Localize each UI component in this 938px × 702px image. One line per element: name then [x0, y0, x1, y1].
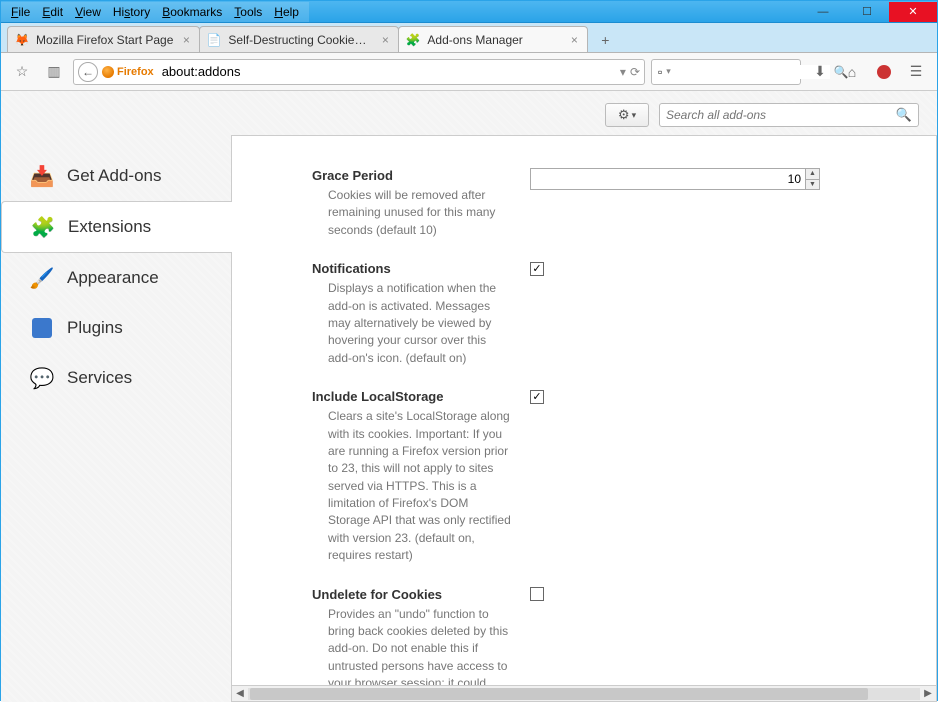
- pref-desc: Displays a notification when the add-on …: [328, 280, 512, 367]
- scroll-right-icon[interactable]: ▶: [920, 688, 936, 699]
- pref-include-localstorage: Include LocalStorage Clears a site's Loc…: [312, 381, 912, 579]
- spinner[interactable]: ▲▼: [805, 169, 819, 189]
- horizontal-scrollbar[interactable]: ◀ ▶: [232, 685, 936, 701]
- menu-history[interactable]: History: [107, 4, 156, 20]
- close-button[interactable]: ✕: [889, 2, 937, 22]
- addon-search-bar[interactable]: 🔍: [659, 103, 919, 127]
- undelete-checkbox[interactable]: [530, 587, 544, 601]
- menu-file[interactable]: File: [5, 4, 36, 20]
- dropdown-icon[interactable]: ▾: [620, 65, 626, 79]
- menu-help[interactable]: Help: [268, 4, 305, 20]
- close-icon[interactable]: ×: [567, 33, 581, 47]
- addon-badge-icon[interactable]: [871, 59, 897, 85]
- sidebar-item-label: Plugins: [67, 318, 123, 338]
- scroll-thumb[interactable]: [250, 688, 868, 700]
- url-bar[interactable]: ← Firefox ▾ ⟳: [73, 59, 645, 85]
- back-button[interactable]: ←: [78, 62, 98, 82]
- chevron-down-icon[interactable]: ▾: [666, 66, 671, 77]
- pref-desc: Cookies will be removed after remaining …: [328, 187, 512, 239]
- scroll-left-icon[interactable]: ◀: [232, 688, 248, 699]
- firefox-icon: 🦊: [14, 32, 30, 48]
- tab-strip: 🦊 Mozilla Firefox Start Page × 📄 Self-De…: [1, 23, 937, 53]
- generic-icon: 📄: [206, 32, 222, 48]
- menu-edit[interactable]: Edit: [36, 4, 69, 20]
- minimize-button[interactable]: —: [801, 2, 845, 22]
- tab-label: Mozilla Firefox Start Page: [36, 33, 173, 47]
- spin-down-icon[interactable]: ▼: [805, 180, 819, 190]
- window-titlebar: File Edit View History Bookmarks Tools H…: [1, 1, 937, 23]
- tab-label: Add-ons Manager: [427, 33, 561, 47]
- tab-firefox-start[interactable]: 🦊 Mozilla Firefox Start Page ×: [7, 26, 200, 52]
- pref-undelete-cookies: Undelete for Cookies Provides an "undo" …: [312, 579, 912, 685]
- menu-bookmarks[interactable]: Bookmarks: [156, 4, 228, 20]
- category-sidebar: 📥 Get Add-ons 🧩 Extensions 🖌️ Appearance…: [1, 135, 231, 702]
- sidebar-item-label: Extensions: [68, 217, 151, 237]
- pref-title: Notifications: [312, 261, 512, 276]
- puzzle-icon: 🧩: [30, 214, 56, 240]
- sidebar-item-services[interactable]: 💬 Services: [1, 353, 231, 403]
- gear-icon: ⚙: [618, 107, 630, 123]
- sidebar-item-label: Get Add-ons: [67, 166, 162, 186]
- downloads-icon[interactable]: ⬇: [807, 59, 833, 85]
- tab-self-destructing[interactable]: 📄 Self-Destructing Cookies -- Sur... ×: [199, 26, 399, 52]
- home-icon[interactable]: ⌂: [839, 59, 865, 85]
- speech-bubble-icon: 💬: [29, 365, 55, 391]
- sidebar-item-plugins[interactable]: Plugins: [1, 303, 231, 353]
- localstorage-checkbox[interactable]: ✓: [530, 390, 544, 404]
- addons-toolbar: ⚙▾ 🔍: [1, 91, 937, 135]
- close-icon[interactable]: ×: [378, 33, 392, 47]
- pref-title: Include LocalStorage: [312, 389, 512, 404]
- page-icon: ▫: [658, 65, 662, 79]
- nav-toolbar: ☆ ▥ ← Firefox ▾ ⟳ ▫ ▾ 🔍 ⬇ ⌂ ☰: [1, 53, 937, 91]
- download-box-icon: 📥: [29, 163, 55, 189]
- pref-grace-period: Grace Period Cookies will be removed aft…: [312, 160, 912, 253]
- new-tab-button[interactable]: +: [591, 28, 619, 52]
- preferences-panel: Grace Period Cookies will be removed aft…: [231, 135, 937, 702]
- grace-period-input[interactable]: [530, 168, 820, 190]
- menu-bar: File Edit View History Bookmarks Tools H…: [1, 2, 309, 22]
- sidebar-item-label: Appearance: [67, 268, 159, 288]
- notifications-checkbox[interactable]: ✓: [530, 262, 544, 276]
- window-controls: — ☐ ✕: [801, 2, 937, 22]
- bookmark-star-icon[interactable]: ☆: [9, 59, 35, 85]
- lego-icon: [29, 315, 55, 341]
- pref-title: Undelete for Cookies: [312, 587, 512, 602]
- search-icon[interactable]: 🔍: [896, 107, 912, 123]
- menu-icon[interactable]: ☰: [903, 59, 929, 85]
- pref-title: Grace Period: [312, 168, 512, 183]
- addons-manager-page: ⚙▾ 🔍 📥 Get Add-ons 🧩 Extensions 🖌️ Appea…: [1, 91, 937, 702]
- menu-view[interactable]: View: [69, 4, 107, 20]
- tools-gear-button[interactable]: ⚙▾: [605, 103, 649, 127]
- sidebar-item-label: Services: [67, 368, 132, 388]
- url-input[interactable]: [158, 62, 616, 81]
- close-icon[interactable]: ×: [179, 33, 193, 47]
- puzzle-icon: 🧩: [405, 32, 421, 48]
- reload-icon[interactable]: ⟳: [630, 65, 640, 79]
- sidebar-item-get-addons[interactable]: 📥 Get Add-ons: [1, 151, 231, 201]
- spin-up-icon[interactable]: ▲: [805, 169, 819, 180]
- menu-tools[interactable]: Tools: [228, 4, 268, 20]
- pref-desc: Clears a site's LocalStorage along with …: [328, 408, 512, 565]
- identity-badge[interactable]: Firefox: [102, 66, 154, 78]
- tab-addons-manager[interactable]: 🧩 Add-ons Manager ×: [398, 26, 588, 52]
- pref-desc: Provides an "undo" function to bring bac…: [328, 606, 512, 685]
- paintbrush-icon: 🖌️: [29, 265, 55, 291]
- addon-search-input[interactable]: [666, 108, 896, 122]
- search-bar[interactable]: ▫ ▾ 🔍: [651, 59, 801, 85]
- chevron-down-icon: ▾: [632, 110, 637, 121]
- scroll-track[interactable]: [248, 688, 920, 700]
- preferences-scroll[interactable]: Grace Period Cookies will be removed aft…: [232, 136, 936, 685]
- sidebar-item-extensions[interactable]: 🧩 Extensions: [1, 201, 232, 253]
- pref-notifications: Notifications Displays a notification wh…: [312, 253, 912, 381]
- sidebar-toggle-icon[interactable]: ▥: [41, 59, 67, 85]
- maximize-button[interactable]: ☐: [845, 2, 889, 22]
- tab-label: Self-Destructing Cookies -- Sur...: [228, 33, 372, 47]
- sidebar-item-appearance[interactable]: 🖌️ Appearance: [1, 253, 231, 303]
